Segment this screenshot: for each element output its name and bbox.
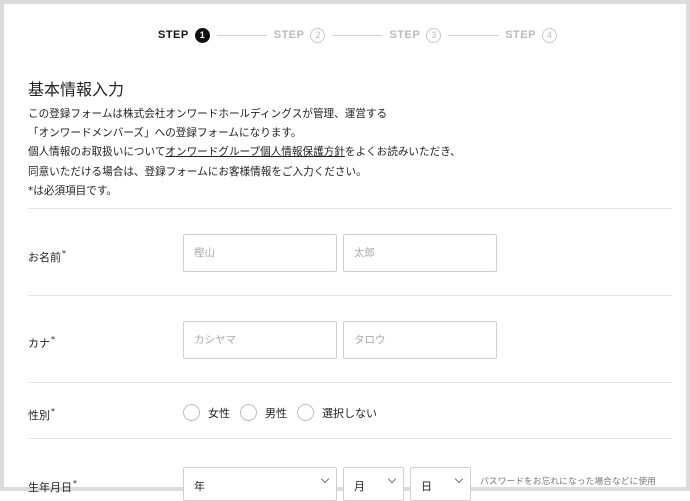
gender-option-unspecified[interactable]: 選択しない xyxy=(297,404,377,421)
step-connector xyxy=(448,34,499,36)
intro-line: 「オンワードメンバーズ」への登録フォームになります。 xyxy=(28,127,302,140)
chevron-down-icon xyxy=(454,474,464,484)
intro-line: この登録フォームは株式会社オンワードホールディングスが管理、運営する xyxy=(28,108,388,120)
row-divider xyxy=(28,382,672,383)
required-mark: * xyxy=(51,335,55,345)
step-number-badge: 4 xyxy=(541,27,557,43)
radio-button[interactable] xyxy=(240,404,257,421)
birthday-label: 生年月日* xyxy=(28,479,77,495)
gender-option-female[interactable]: 女性 xyxy=(183,404,230,421)
step-3: STEP 3 xyxy=(389,27,442,43)
intro-text: この登録フォームは株式会社オンワードホールディングスが管理、運営する 「オンワー… xyxy=(28,105,628,201)
intro-line: 個人情報のお取扱いについてオンワードグループ個人情報保護方針をよくお読みいただき… xyxy=(28,143,628,162)
field-label-text: 性別 xyxy=(28,409,50,422)
birthday-hint: パスワードをお忘れになった場合などに使用 xyxy=(480,477,656,487)
gender-option-male[interactable]: 男性 xyxy=(240,404,287,421)
page-frame: STEP 1 STEP 2 STEP 3 STEP 4 基本情報入力 この登録フ… xyxy=(0,0,690,501)
step-label: STEP xyxy=(273,29,305,41)
intro-line: 同意いただける場合は、登録フォームにお客様情報をご入力ください。 xyxy=(28,165,367,178)
radio-label: 選択しない xyxy=(322,406,377,420)
step-number-badge: 1 xyxy=(194,27,210,43)
last-name-input[interactable] xyxy=(183,234,337,272)
privacy-policy-link[interactable]: オンワードグループ個人情報保護方針 xyxy=(165,146,344,158)
name-label: お名前* xyxy=(28,249,66,265)
step-connector xyxy=(332,34,383,36)
radio-label: 男性 xyxy=(265,406,287,420)
row-divider xyxy=(28,438,672,439)
section-divider xyxy=(28,208,672,209)
radio-button[interactable] xyxy=(183,404,200,421)
birth-day-select[interactable]: 日 xyxy=(410,467,471,501)
field-label-text: カナ xyxy=(28,337,50,350)
field-label-text: 生年月日 xyxy=(28,481,72,494)
intro-text-segment: 個人情報のお取扱いについて xyxy=(28,146,166,159)
step-label: STEP xyxy=(389,29,421,41)
last-name-kana-input[interactable] xyxy=(183,321,337,359)
gender-label: 性別* xyxy=(28,407,55,423)
select-value: 月 xyxy=(354,480,365,493)
kana-label: カナ* xyxy=(28,335,55,351)
step-connector xyxy=(216,34,267,36)
required-mark: * xyxy=(51,407,55,417)
step-number-badge: 3 xyxy=(426,27,442,43)
birth-year-select[interactable]: 年 xyxy=(183,467,337,501)
step-indicator: STEP 1 STEP 2 STEP 3 STEP 4 xyxy=(158,24,557,46)
step-4: STEP 4 xyxy=(505,27,557,43)
required-note: *は必須項目です。 xyxy=(28,184,117,197)
step-2: STEP 2 xyxy=(273,27,326,43)
row-divider xyxy=(28,295,672,296)
required-mark: * xyxy=(62,249,66,259)
field-label-text: お名前 xyxy=(28,251,61,264)
radio-label: 女性 xyxy=(208,406,230,420)
birth-month-select[interactable]: 月 xyxy=(343,467,404,501)
first-name-kana-input[interactable] xyxy=(343,321,497,359)
chevron-down-icon xyxy=(320,474,330,484)
first-name-input[interactable] xyxy=(343,234,497,272)
page-title: 基本情報入力 xyxy=(28,80,125,99)
intro-text-segment: をよくお読みいただき、 xyxy=(344,146,461,159)
select-value: 年 xyxy=(194,480,205,493)
radio-button[interactable] xyxy=(297,404,314,421)
select-value: 日 xyxy=(421,480,432,493)
step-label: STEP xyxy=(158,29,189,41)
step-1: STEP 1 xyxy=(158,27,210,43)
gender-radio-group: 女性 男性 選択しない xyxy=(183,404,387,421)
required-mark: * xyxy=(73,479,77,489)
step-number-badge: 2 xyxy=(310,27,326,43)
step-label: STEP xyxy=(505,29,536,41)
chevron-down-icon xyxy=(387,474,397,484)
